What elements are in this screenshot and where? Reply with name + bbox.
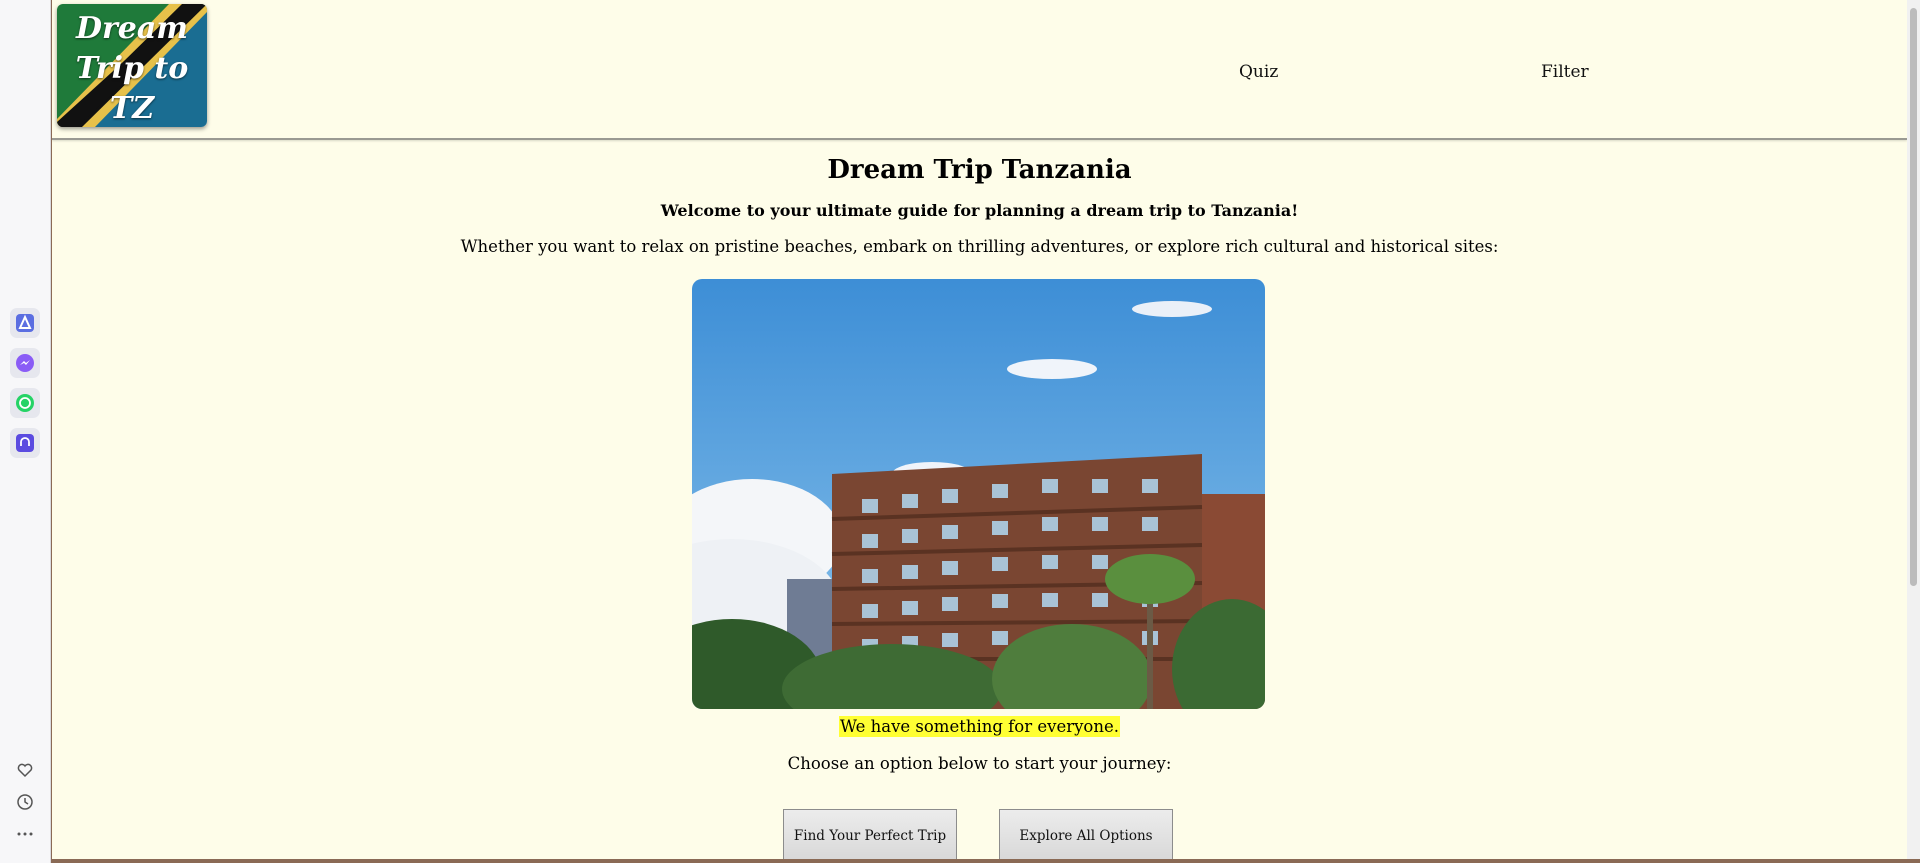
welcome-text: Welcome to your ultimate guide for plann… — [660, 201, 1299, 220]
whatsapp-icon[interactable] — [10, 388, 40, 418]
logo-text: Dream Trip to TZ — [75, 11, 189, 126]
music-app-icon[interactable] — [10, 428, 40, 458]
page-title: Dream Trip Tanzania — [827, 155, 1132, 185]
history-icon[interactable] — [13, 790, 37, 814]
page-viewport: Dream Trip to TZ Quiz Filter Dream Trip … — [52, 0, 1907, 859]
explore-all-options-button[interactable]: Explore All Options — [999, 809, 1173, 859]
heart-icon[interactable] — [13, 758, 37, 782]
maps-app-icon[interactable] — [10, 308, 40, 338]
intro-text: Whether you want to relax on pristine be… — [460, 237, 1499, 256]
find-perfect-trip-button[interactable]: Find Your Perfect Trip — [783, 809, 957, 859]
messenger-icon[interactable] — [10, 348, 40, 378]
tagline-highlight: We have something for everyone. — [838, 716, 1120, 737]
scrollbar-thumb[interactable] — [1910, 8, 1917, 586]
browser-sidebar — [0, 0, 51, 863]
site-header: Dream Trip to TZ Quiz Filter — [52, 0, 1907, 140]
choose-option-text: Choose an option below to start your jou… — [787, 754, 1172, 773]
page-scrollbar[interactable] — [1907, 0, 1920, 859]
site-logo[interactable]: Dream Trip to TZ — [57, 4, 207, 127]
hero-image — [692, 279, 1265, 709]
more-icon[interactable] — [13, 822, 37, 846]
nav-filter-link[interactable]: Filter — [1541, 62, 1589, 82]
nav-quiz-link[interactable]: Quiz — [1239, 62, 1278, 82]
tagline-row: We have something for everyone. — [52, 716, 1907, 737]
